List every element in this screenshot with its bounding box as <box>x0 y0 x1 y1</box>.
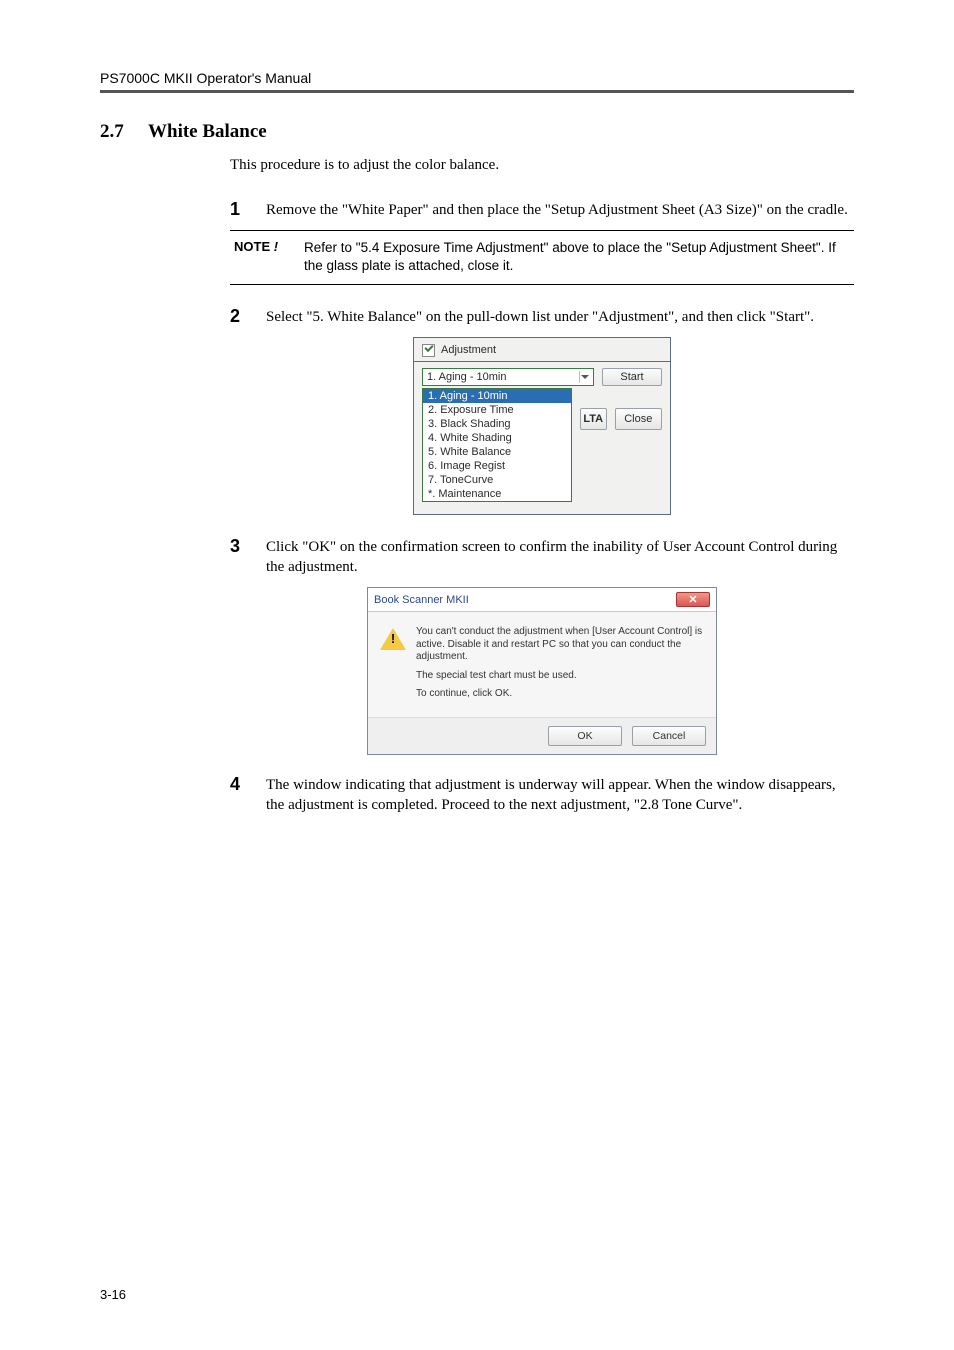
list-item[interactable]: 3. Black Shading <box>423 417 571 431</box>
note-text: Refer to "5.4 Exposure Time Adjustment" … <box>304 239 850 275</box>
screenshot-adjustment-panel: Adjustment 1. Aging - 10min Start 1. Agi… <box>413 337 671 515</box>
warning-icon <box>380 628 406 652</box>
step-3: 3 Click "OK" on the confirmation screen … <box>230 537 854 578</box>
step-text: Remove the "White Paper" and then place … <box>266 200 848 220</box>
list-item[interactable]: 1. Aging - 10min <box>423 389 571 403</box>
section-heading: 2.7 White Balance <box>100 121 854 143</box>
close-icon[interactable]: ✕ <box>676 592 710 607</box>
dialog-message: You can't conduct the adjustment when [U… <box>416 626 704 707</box>
cancel-button[interactable]: Cancel <box>632 726 706 746</box>
panel-header: Adjustment <box>414 338 670 362</box>
step-number: 1 <box>230 200 266 220</box>
start-button[interactable]: Start <box>602 368 662 386</box>
note-bang: ! <box>274 239 278 254</box>
ok-button[interactable]: OK <box>548 726 622 746</box>
running-header: PS7000C MKII Operator's Manual <box>100 70 854 86</box>
dialog-msg-line: To continue, click OK. <box>416 688 704 701</box>
step-text: The window indicating that adjustment is… <box>266 775 854 816</box>
chevron-down-icon[interactable] <box>579 371 589 383</box>
section-number: 2.7 <box>100 121 148 143</box>
step-1: 1 Remove the "White Paper" and then plac… <box>230 200 854 220</box>
list-item[interactable]: 2. Exposure Time <box>423 403 571 417</box>
note-label: NOTE ! <box>234 239 304 275</box>
dialog-msg-line: The special test chart must be used. <box>416 670 704 683</box>
step-text: Click "OK" on the confirmation screen to… <box>266 537 854 578</box>
section-title: White Balance <box>148 121 267 143</box>
checkbox-icon[interactable] <box>422 344 435 357</box>
header-rule <box>100 90 854 93</box>
step-2: 2 Select "5. White Balance" on the pull-… <box>230 307 854 327</box>
step-4: 4 The window indicating that adjustment … <box>230 775 854 816</box>
intro-text: This procedure is to adjust the color ba… <box>230 157 854 174</box>
step-text: Select "5. White Balance" on the pull-do… <box>266 307 814 327</box>
step-number: 3 <box>230 537 266 578</box>
screenshot-confirmation-dialog: Book Scanner MKII ✕ You can't conduct th… <box>367 587 717 755</box>
panel-title: Adjustment <box>441 344 496 356</box>
note-box: NOTE ! Refer to "5.4 Exposure Time Adjus… <box>230 230 854 284</box>
adjustment-select[interactable]: 1. Aging - 10min <box>422 368 594 386</box>
close-button[interactable]: Close <box>615 408 663 430</box>
dialog-titlebar: Book Scanner MKII ✕ <box>368 588 716 612</box>
lta-button[interactable]: LTA <box>580 408 607 430</box>
dialog-msg-line: You can't conduct the adjustment when [U… <box>416 626 704 664</box>
note-label-word: NOTE <box>234 239 270 254</box>
page-number: 3-16 <box>100 1287 126 1302</box>
select-value: 1. Aging - 10min <box>427 371 507 383</box>
dialog-buttons: OK Cancel <box>368 717 716 754</box>
step-number: 2 <box>230 307 266 327</box>
dialog-title: Book Scanner MKII <box>374 594 469 606</box>
step-number: 4 <box>230 775 266 816</box>
